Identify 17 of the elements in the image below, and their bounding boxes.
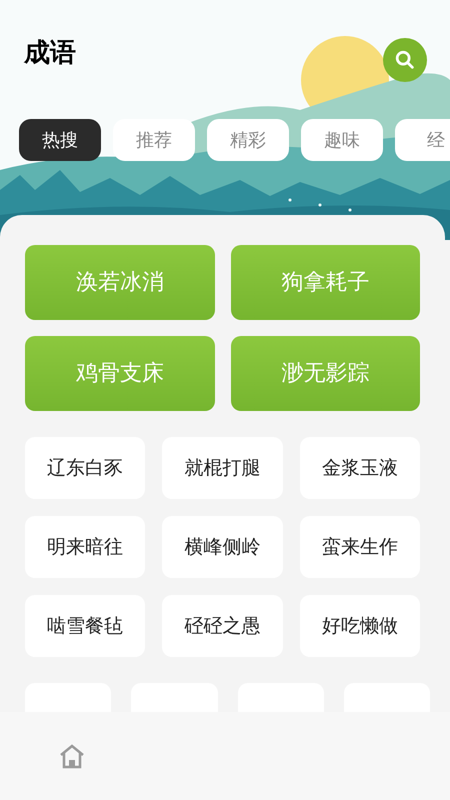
category-tab[interactable]: 热搜 [19, 119, 101, 161]
idiom-button[interactable]: 金浆玉液 [300, 437, 420, 499]
category-tab[interactable]: 趣味 [301, 119, 383, 161]
idiom-button[interactable]: 啮雪餐毡 [25, 595, 146, 657]
idiom-button[interactable]: 硁硁之愚 [162, 595, 283, 657]
page-title: 成语 [24, 37, 76, 70]
idiom-button[interactable]: 蛮来生作 [300, 516, 420, 578]
home-icon [58, 743, 86, 769]
idiom-button[interactable]: 横峰侧岭 [162, 516, 283, 578]
category-tab[interactable]: 推荐 [113, 119, 195, 161]
idiom-button[interactable]: 明来暗往 [25, 516, 146, 578]
category-tab[interactable]: 精彩 [207, 119, 289, 161]
idiom-button[interactable]: 就棍打腿 [162, 437, 283, 499]
search-icon [394, 49, 416, 71]
idiom-button[interactable]: 辽东白豕 [25, 437, 146, 499]
category-tab[interactable]: 经 [395, 119, 450, 161]
idiom-button[interactable]: 好吃懒做 [300, 595, 420, 657]
